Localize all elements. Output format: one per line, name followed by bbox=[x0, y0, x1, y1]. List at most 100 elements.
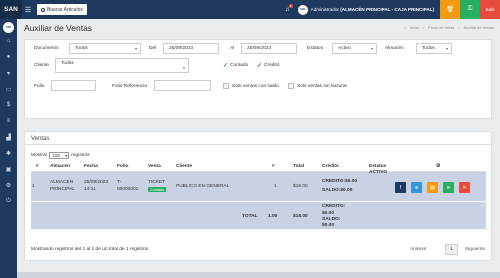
pagination-info: Mostrando registros del 1 al 1 de un tot… bbox=[31, 247, 149, 252]
settings-icon[interactable]: ✱ bbox=[0, 145, 17, 161]
footer-total-label: TOTAL bbox=[242, 214, 258, 219]
col-cliente[interactable]: Cliente bbox=[176, 164, 192, 169]
folio-ref-input[interactable] bbox=[154, 80, 211, 91]
chart-icon[interactable]: ▟ bbox=[0, 129, 17, 145]
breadcrumb-home-icon: ⌂ bbox=[403, 25, 406, 30]
solo-sin-facturar-label: Solo ventas sin facturar bbox=[297, 83, 348, 89]
table-header: # Almacén Fecha Folio Venta Cliente # To… bbox=[31, 162, 486, 172]
almacen-select[interactable]: Todos ▾ bbox=[416, 43, 452, 54]
notification-bell-icon[interactable]: ♫ 1 bbox=[285, 3, 293, 13]
cell-credito: CREDITO:$0.00 bbox=[322, 179, 358, 184]
lock-icon[interactable]: ▣ bbox=[0, 161, 17, 177]
user-icon[interactable]: ● bbox=[0, 49, 17, 65]
main-content: Auxiliar de Ventas ⌂ Inicio › Punto de V… bbox=[17, 19, 500, 278]
breadcrumb-item-inicio[interactable]: Inicio bbox=[410, 26, 419, 30]
al-label: Al bbox=[230, 46, 235, 51]
credito-label: Crédito bbox=[264, 63, 280, 68]
cell-total: $18.00 bbox=[293, 184, 308, 189]
logout-icon[interactable]: ⏻ bbox=[0, 193, 17, 209]
current-page-button[interactable]: 1 bbox=[445, 244, 458, 255]
page-header: Auxiliar de Ventas ⌂ Inicio › Punto de V… bbox=[17, 19, 500, 36]
chevron-down-icon: ▾ bbox=[445, 46, 448, 51]
documento-select[interactable]: Todos ▾ bbox=[69, 43, 141, 54]
col-cantidad[interactable]: # bbox=[272, 164, 275, 169]
cell-cantidad: 1 bbox=[274, 184, 277, 189]
cell-folio-2: 00000001 bbox=[117, 187, 139, 192]
screen-icon[interactable]: ▭ bbox=[0, 81, 17, 97]
document-icon: ▤ bbox=[430, 184, 435, 191]
cancel-button[interactable]: ✕ bbox=[459, 182, 470, 193]
cliente-label: Cliente bbox=[34, 63, 49, 68]
cell-fecha-1: 25/09/2023 bbox=[84, 180, 109, 185]
cart-icon[interactable]: ▾ bbox=[0, 65, 17, 81]
search-articles-button[interactable]: Buscar Articulos bbox=[37, 4, 87, 15]
contado-badge: Contado bbox=[148, 187, 167, 192]
col-fecha[interactable]: Fecha bbox=[84, 164, 98, 169]
money-icon[interactable]: $ bbox=[0, 97, 17, 113]
cell-fecha-2: 14:11 bbox=[84, 187, 96, 192]
user-role: Administrador bbox=[310, 7, 339, 12]
table-row[interactable]: 1 ALMACEN PRINCIPAL 25/09/2023 14:11 T- … bbox=[31, 170, 486, 202]
credito-checkbox[interactable]: ✓ Crédito bbox=[257, 62, 280, 69]
page-length-control: Mostrar 100 ▾ registros bbox=[31, 152, 90, 159]
col-num[interactable]: # bbox=[36, 164, 39, 169]
close-icon: ✕ bbox=[462, 184, 467, 191]
send-button[interactable]: ➤ bbox=[443, 182, 454, 193]
page-footer bbox=[17, 272, 500, 278]
search-articles-label: Buscar Articulos bbox=[47, 6, 83, 13]
check-icon: ✓ bbox=[223, 63, 229, 69]
solo-saldo-checkbox[interactable]: Solo ventas con saldo bbox=[223, 83, 279, 89]
folio-input[interactable] bbox=[51, 80, 96, 91]
user-info[interactable]: Administrador (ALMACÉN PRINCIPAL - CAJA … bbox=[311, 7, 434, 12]
del-date-input[interactable]: 25/09/2023 bbox=[163, 43, 219, 54]
key-icon: ⚿ bbox=[467, 6, 473, 12]
cart-icon: 🗑 bbox=[446, 7, 454, 13]
col-folio[interactable]: Folio bbox=[117, 164, 128, 169]
top-bar: SAN ☰ Buscar Articulos ♫ 1 SAN Administra… bbox=[0, 0, 500, 19]
cart-button[interactable]: 🗑 bbox=[440, 0, 460, 19]
sidebar: SAN ⌂ ● ▾ ▭ $ ≡ ▟ ✱ ▣ ⚙ ⏻ bbox=[0, 19, 17, 278]
table-footer: TOTAL 1.00 $18.00 CREDITO: $0.00 SALDO: … bbox=[31, 202, 486, 229]
col-venta[interactable]: Venta bbox=[148, 164, 161, 169]
solo-sin-facturar-checkbox[interactable]: Solo ventas sin facturar bbox=[288, 83, 347, 89]
send-icon: ➤ bbox=[446, 184, 451, 191]
facebook-button[interactable]: f bbox=[395, 182, 406, 193]
exit-button[interactable]: Sale bbox=[480, 0, 500, 19]
documento-label: Documento bbox=[34, 46, 59, 51]
footer-saldo-value: $0.00 bbox=[322, 223, 335, 228]
col-total[interactable]: Total bbox=[293, 164, 304, 169]
brand-logo[interactable]: SAN bbox=[0, 0, 22, 19]
col-estatus[interactable]: Estatus bbox=[369, 164, 386, 169]
cell-folio-1: T- bbox=[117, 180, 122, 185]
bank-icon[interactable]: ≡ bbox=[0, 113, 17, 129]
gear-icon[interactable]: ⚙ bbox=[0, 177, 17, 193]
cell-almacen-1: ALMACEN bbox=[50, 180, 74, 185]
breadcrumb-item-pos[interactable]: Punto de Venta bbox=[428, 26, 454, 30]
facebook-icon: f bbox=[399, 184, 402, 191]
avatar[interactable]: SAN bbox=[297, 4, 308, 15]
registros-label: registros bbox=[71, 153, 90, 158]
almacen-label: Almacén bbox=[385, 46, 404, 51]
cliente-value: Todos bbox=[61, 61, 74, 66]
cell-almacen-2: PRINCIPAL bbox=[50, 187, 75, 192]
key-button[interactable]: ⚿ bbox=[460, 0, 480, 19]
contado-checkbox[interactable]: ✓ Contado bbox=[223, 62, 248, 69]
al-date-input[interactable]: 25/09/2023 bbox=[241, 43, 297, 54]
col-almacen[interactable]: Almacén bbox=[50, 164, 70, 169]
estatus-select[interactable]: Activo ▾ bbox=[332, 43, 377, 54]
info-button[interactable]: ● bbox=[411, 182, 422, 193]
ventas-header: Ventas bbox=[25, 132, 491, 145]
pdf-button[interactable]: ▤ bbox=[427, 182, 438, 193]
col-credito[interactable]: Crédito bbox=[322, 164, 339, 169]
cliente-select[interactable]: Todos ▾ bbox=[55, 58, 189, 73]
footer-credito-value: $0.00 bbox=[322, 211, 335, 216]
show-label: Mostrar bbox=[31, 153, 48, 158]
page-length-select[interactable]: 100 ▾ bbox=[49, 152, 70, 159]
breadcrumb: ⌂ Inicio › Punto de Venta › Auxiliar de … bbox=[403, 25, 494, 30]
menu-toggle-icon[interactable]: ☰ bbox=[22, 0, 34, 19]
home-icon[interactable]: ⌂ bbox=[0, 33, 17, 49]
next-page-button[interactable]: Siguiente bbox=[465, 247, 485, 252]
breadcrumb-item-current: Auxiliar de Ventas bbox=[463, 25, 494, 30]
ventas-card: Ventas Mostrar 100 ▾ registros # Almacén … bbox=[24, 131, 492, 261]
prev-page-button[interactable]: Anterior bbox=[410, 247, 427, 252]
